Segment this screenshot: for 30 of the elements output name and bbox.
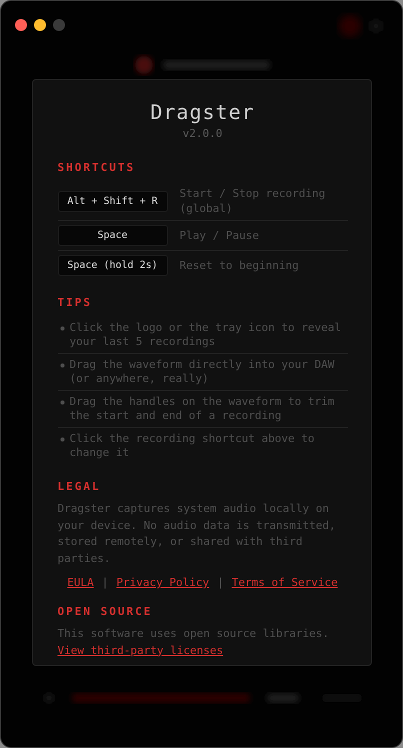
tip-text: Drag the waveform directly into your DAW (or anywhere, really) <box>70 358 336 386</box>
tip-text: Click the logo or the tray icon to reveal your last 5 recordings <box>70 321 342 349</box>
open-source-text: This software uses open source libraries. <box>58 626 330 642</box>
licenses-link[interactable]: View third-party licenses <box>58 644 224 656</box>
shortcut-key: Space <box>58 225 168 246</box>
shortcut-description: Play / Pause <box>180 228 259 243</box>
tip-text: Click the recording shortcut above to change it <box>70 432 316 460</box>
bullet-icon <box>60 437 64 442</box>
section-heading: TIPS <box>58 296 93 309</box>
bullet-icon <box>60 326 64 331</box>
app-title: Dragster <box>149 100 256 124</box>
bullet-icon <box>60 363 64 368</box>
section-heading: SHORTCUTS <box>58 161 136 174</box>
window-control-button[interactable] <box>15 19 27 31</box>
section-heading: LEGAL <box>58 480 102 493</box>
legal-link[interactable]: Privacy Policy <box>116 576 210 589</box>
link-separator: | <box>102 576 108 589</box>
window-control-button[interactable] <box>34 19 46 31</box>
bullet-icon <box>60 400 64 405</box>
shortcut-description: Start / Stop recording (global) <box>180 186 326 216</box>
legal-text: Dragster captures system audio locally on your device. No audio data is transmitted, stored remotely, or shared with third parties. <box>58 501 337 566</box>
legal-link[interactable]: Terms of Service <box>232 576 338 589</box>
shortcut-description: Reset to beginning <box>180 258 299 273</box>
legal-link[interactable]: EULA <box>67 576 94 589</box>
section-heading: OPEN SOURCE <box>58 605 154 618</box>
shortcut-key: Space (hold 2s) <box>58 255 168 276</box>
tip-text: Drag the handles on the waveform to trim the start and end of a recording <box>70 395 336 423</box>
link-separator: | <box>217 576 224 589</box>
shortcut-key[interactable]: Alt + Shift + R <box>58 190 168 212</box>
version-label: v2.0.0 <box>182 127 224 140</box>
